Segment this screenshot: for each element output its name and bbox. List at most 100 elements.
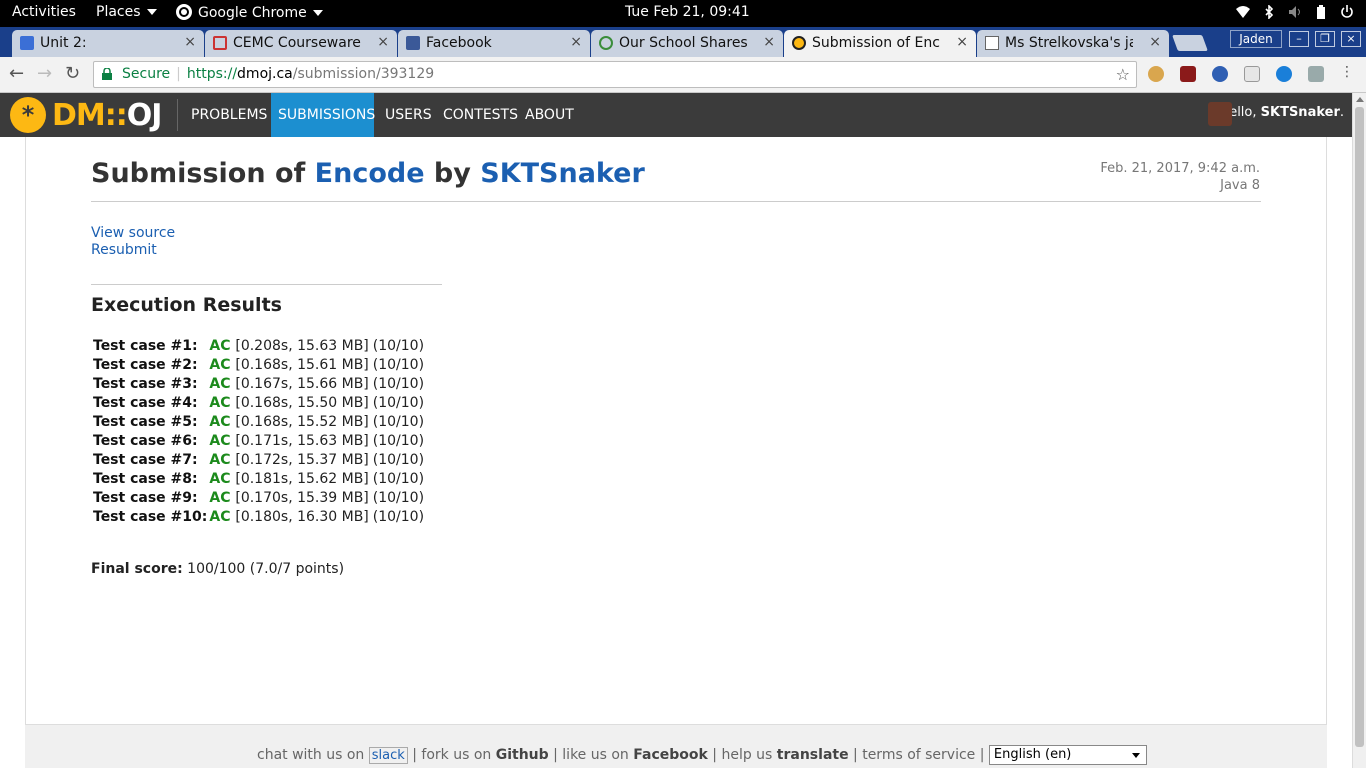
tab-strip: Unit 2: × CEMC Courseware - M × Facebook…: [0, 27, 1366, 57]
tab-facebook[interactable]: Facebook ×: [398, 30, 590, 57]
system-tray[interactable]: [1236, 5, 1354, 19]
chevron-down-icon: [312, 10, 323, 16]
close-icon[interactable]: ×: [570, 34, 582, 50]
test-case-resources: [0.181s, 15.62 MB]: [235, 470, 369, 487]
submission-language: Java 8: [1220, 178, 1260, 193]
battery-icon: [1317, 5, 1325, 19]
close-icon[interactable]: ×: [1149, 34, 1161, 50]
tab-title: Our School Shares: [619, 35, 747, 51]
facebook-icon: [406, 36, 420, 50]
avatar[interactable]: [1208, 102, 1232, 126]
cemc-icon: [213, 36, 227, 50]
brush-extension-icon[interactable]: [1308, 66, 1324, 82]
submission-date: Feb. 21, 2017, 9:42 a.m.: [1100, 161, 1260, 176]
shares-icon: [599, 36, 613, 50]
places-menu[interactable]: Places: [96, 4, 157, 20]
vertical-scrollbar[interactable]: [1352, 93, 1366, 768]
divider: [91, 284, 442, 285]
table-row: Test case #6: AC [0.171s, 15.63 MB] (10/10): [91, 431, 426, 450]
ublock-extension-icon[interactable]: [1180, 66, 1196, 82]
terms-link[interactable]: terms of service: [862, 747, 975, 763]
execution-results-heading: Execution Results: [91, 294, 282, 316]
tab-our-school-shares[interactable]: Our School Shares ×: [591, 30, 783, 57]
language-select[interactable]: English (en): [988, 745, 1147, 765]
mail-extension-icon[interactable]: [1244, 66, 1260, 82]
minimize-button[interactable]: –: [1289, 31, 1309, 47]
power-icon: [1341, 5, 1353, 18]
forward-icon[interactable]: →: [37, 63, 52, 84]
globe-extension-icon[interactable]: [1212, 66, 1228, 82]
table-row: Test case #8: AC [0.181s, 15.62 MB] (10/10): [91, 469, 426, 488]
reload-icon[interactable]: ↻: [65, 63, 80, 84]
app-menu-label: Google Chrome: [198, 5, 307, 21]
help-prefix: help us: [721, 747, 773, 763]
view-source-link[interactable]: View source: [91, 225, 175, 241]
test-case-status: AC: [209, 451, 231, 468]
activities-button[interactable]: Activities: [12, 4, 76, 20]
sync-extension-icon[interactable]: [1276, 66, 1292, 82]
translate-link[interactable]: translate: [777, 747, 849, 763]
test-case-points: (10/10): [372, 337, 425, 354]
chevron-down-icon: [146, 9, 157, 15]
scrollbar-thumb[interactable]: [1355, 107, 1364, 747]
chrome-menu-icon[interactable]: ⋮: [1340, 64, 1354, 80]
author-link[interactable]: SKTSnaker: [480, 158, 645, 189]
close-icon[interactable]: ×: [377, 34, 389, 50]
test-case-resources: [0.168s, 15.52 MB]: [235, 413, 369, 430]
logo-circle-icon: *: [10, 97, 46, 133]
close-icon[interactable]: ×: [184, 34, 196, 50]
github-link[interactable]: Github: [496, 747, 549, 763]
cookie-extension-icon[interactable]: [1148, 66, 1164, 82]
close-icon[interactable]: ×: [956, 34, 968, 50]
slack-link[interactable]: slack: [368, 747, 408, 764]
nav-contests[interactable]: CONTESTS: [436, 93, 525, 137]
table-row: Test case #5: AC [0.168s, 15.52 MB] (10/10): [91, 412, 426, 431]
nav-about[interactable]: ABOUT: [518, 93, 581, 137]
url-scheme: https://: [186, 66, 238, 82]
tab-cemc[interactable]: CEMC Courseware - M ×: [205, 30, 397, 57]
facebook-link[interactable]: Facebook: [633, 747, 708, 763]
table-row: Test case #4: AC [0.168s, 15.50 MB] (10/10): [91, 393, 426, 412]
nav-problems[interactable]: PROBLEMS: [184, 93, 274, 137]
test-case-points: (10/10): [372, 489, 425, 506]
chevron-down-icon: [1131, 753, 1140, 758]
maximize-button[interactable]: ❐: [1315, 31, 1335, 47]
resubmit-link[interactable]: Resubmit: [91, 242, 157, 258]
new-tab-button[interactable]: [1172, 35, 1208, 51]
title-by: by: [424, 158, 481, 189]
close-window-button[interactable]: ×: [1341, 31, 1361, 47]
problem-link[interactable]: Encode: [315, 158, 425, 189]
close-icon[interactable]: ×: [763, 34, 775, 50]
table-row: Test case #3: AC [0.167s, 15.66 MB] (10/10): [91, 374, 426, 393]
tab-unit-2[interactable]: Unit 2: ×: [12, 30, 204, 57]
logo-sep: ::: [104, 97, 128, 133]
clock[interactable]: Tue Feb 21, 09:41: [625, 4, 750, 20]
language-selected: English (en): [993, 747, 1072, 762]
test-case-resources: [0.171s, 15.63 MB]: [235, 432, 369, 449]
title-prefix: Submission of: [91, 158, 315, 189]
star-icon[interactable]: ☆: [1116, 65, 1130, 84]
logo-oj: OJ: [126, 97, 163, 133]
profile-button[interactable]: Jaden: [1230, 30, 1282, 48]
app-menu[interactable]: Google Chrome: [176, 4, 323, 21]
classroom-icon: [20, 36, 34, 50]
tab-submission[interactable]: Submission of Encode ×: [784, 30, 976, 57]
test-case-status: AC: [209, 356, 231, 373]
test-case-resources: [0.208s, 15.63 MB]: [235, 337, 369, 354]
site-logo[interactable]: * DM::OJ: [10, 96, 163, 134]
tab-strelkovska[interactable]: Ms Strelkovska's java ×: [977, 30, 1169, 57]
nav-submissions[interactable]: SUBMISSIONS: [271, 93, 375, 137]
scroll-up-icon[interactable]: [1356, 97, 1364, 102]
back-icon[interactable]: ←: [9, 63, 24, 84]
table-row: Test case #7: AC [0.172s, 15.37 MB] (10/10): [91, 450, 426, 469]
test-case-status: AC: [209, 394, 231, 411]
address-bar[interactable]: Secure | https://dmoj.ca/submission/393129…: [93, 61, 1137, 88]
test-case-label: Test case #7:: [93, 451, 198, 468]
test-case-status: AC: [209, 470, 231, 487]
lock-icon: [102, 68, 112, 80]
user-greeting[interactable]: Hello, SKTSnaker.: [1219, 105, 1344, 120]
final-score-value: 100/100 (7.0/7 points): [187, 561, 345, 577]
tab-title: Unit 2:: [40, 35, 87, 51]
nav-users[interactable]: USERS: [378, 93, 439, 137]
test-case-status: AC: [209, 432, 231, 449]
